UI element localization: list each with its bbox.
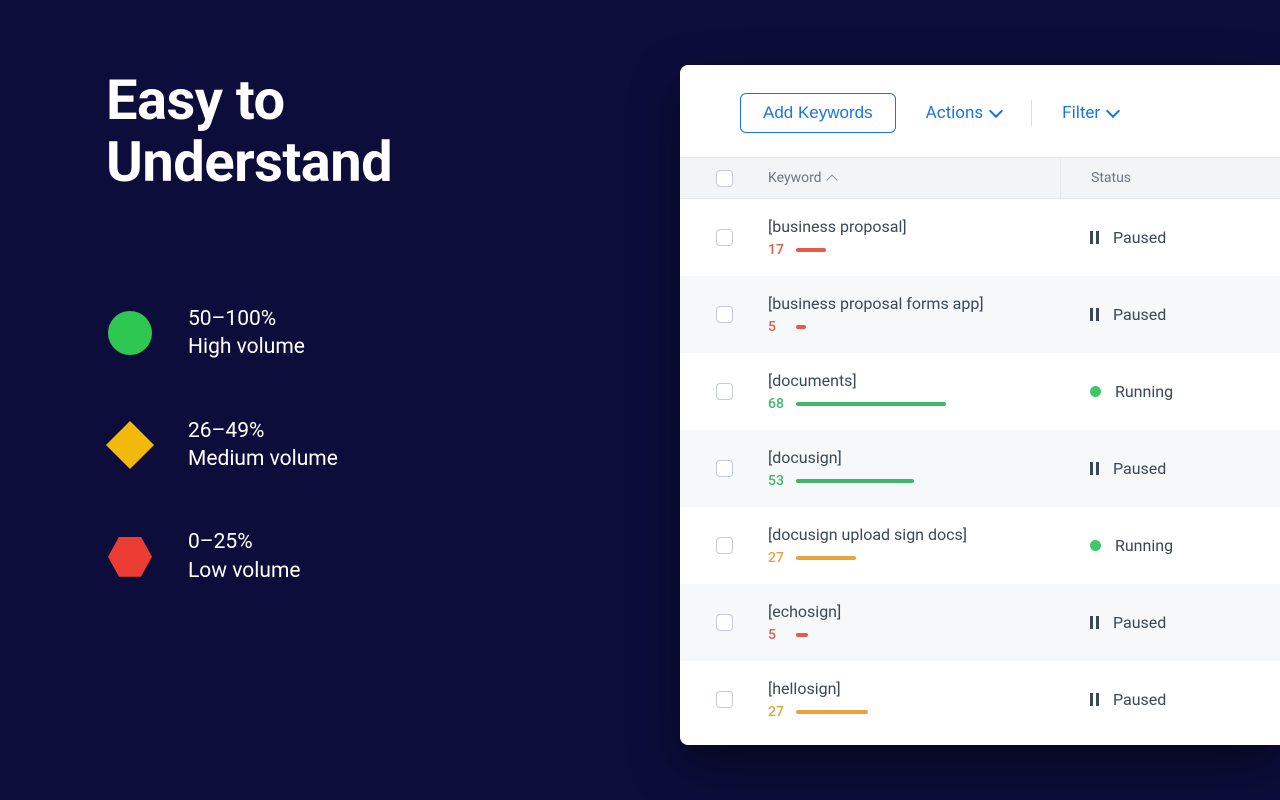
keyword-volume-bar — [796, 402, 946, 406]
keyword-cell[interactable]: [docusign] 53 — [768, 448, 1060, 489]
running-dot-icon — [1090, 386, 1101, 397]
status-cell: Running — [1060, 353, 1280, 430]
table-row: [business proposal forms app] 5 Paused — [680, 276, 1280, 353]
table-header: Keyword Status — [680, 157, 1280, 199]
row-checkbox[interactable] — [716, 691, 733, 708]
keyword-text: [docusign upload sign docs] — [768, 525, 967, 544]
keyword-score: 27 — [768, 550, 786, 566]
row-checkbox[interactable] — [716, 229, 733, 246]
hero-line-1: Easy to — [106, 67, 285, 133]
row-checkbox[interactable] — [716, 537, 733, 554]
keyword-volume-bar — [796, 710, 868, 714]
keyword-volume-bar — [796, 633, 808, 637]
pause-icon — [1090, 616, 1099, 629]
status-label: Paused — [1113, 305, 1166, 324]
keyword-text: [docusign] — [768, 448, 914, 467]
status-cell: Running — [1060, 507, 1280, 584]
table-row: [hellosign] 27 Paused — [680, 661, 1280, 738]
toolbar-divider — [1031, 100, 1032, 126]
status-label: Paused — [1113, 459, 1166, 478]
table-body: [business proposal]17Paused[business pro… — [680, 199, 1280, 738]
keyword-text: [business proposal] — [768, 217, 907, 236]
keyword-volume-bar — [796, 325, 806, 329]
legend-label: High volume — [188, 333, 305, 361]
status-cell: Paused — [1060, 199, 1280, 276]
diamond-icon — [106, 421, 154, 469]
keyword-volume-bar — [796, 248, 826, 252]
keyword-score: 5 — [768, 627, 786, 643]
table-row: [business proposal] 17 Paused — [680, 199, 1280, 276]
pause-icon — [1090, 308, 1099, 321]
hexagon-icon — [106, 533, 154, 581]
keyword-cell[interactable]: [docusign upload sign docs] 27 — [768, 525, 1060, 566]
keyword-cell[interactable]: [hellosign] 27 — [768, 679, 1060, 720]
keyword-text: [echosign] — [768, 602, 841, 621]
row-checkbox[interactable] — [716, 383, 733, 400]
table-row: [docusign] 53 Paused — [680, 430, 1280, 507]
column-header-status[interactable]: Status — [1060, 158, 1280, 198]
chevron-down-icon — [1106, 104, 1120, 118]
row-checkbox[interactable] — [716, 614, 733, 631]
pause-icon — [1090, 462, 1099, 475]
keyword-score: 17 — [768, 242, 786, 258]
hero-title: Easy to Understand — [106, 70, 392, 193]
circle-icon — [106, 309, 154, 357]
status-label: Running — [1115, 382, 1173, 401]
filter-dropdown[interactable]: Filter — [1062, 103, 1118, 123]
legend: 50–100% High volume 26–49% Medium volume… — [106, 305, 338, 585]
column-label: Keyword — [768, 170, 822, 186]
keyword-score: 53 — [768, 473, 786, 489]
actions-dropdown[interactable]: Actions — [926, 103, 1002, 123]
status-cell: Paused — [1060, 430, 1280, 507]
sort-ascending-icon — [826, 174, 837, 185]
keyword-volume-bar — [796, 556, 856, 560]
legend-item-low: 0–25% Low volume — [106, 528, 338, 585]
keyword-text: [business proposal forms app] — [768, 294, 984, 313]
hero-line-2: Understand — [106, 129, 392, 195]
column-header-keyword[interactable]: Keyword — [768, 170, 1060, 186]
legend-range: 26–49% — [188, 417, 338, 445]
legend-item-medium: 26–49% Medium volume — [106, 417, 338, 474]
keyword-text: [hellosign] — [768, 679, 868, 698]
table-row: [docusign upload sign docs] 27 Running — [680, 507, 1280, 584]
select-all-checkbox[interactable] — [716, 170, 733, 187]
keyword-volume-bar — [796, 479, 914, 483]
status-label: Paused — [1113, 613, 1166, 632]
table-row: [documents] 68 Running — [680, 353, 1280, 430]
row-checkbox[interactable] — [716, 306, 733, 323]
filter-label: Filter — [1062, 103, 1100, 123]
row-checkbox[interactable] — [716, 460, 733, 477]
keyword-cell[interactable]: [business proposal] 17 — [768, 217, 1060, 258]
status-label: Paused — [1113, 690, 1166, 709]
keyword-text: [documents] — [768, 371, 946, 390]
running-dot-icon — [1090, 540, 1101, 551]
legend-range: 0–25% — [188, 528, 301, 556]
column-label: Status — [1091, 170, 1131, 186]
keywords-panel: Add Keywords Actions Filter Keyword Stat… — [680, 65, 1280, 745]
status-cell: Paused — [1060, 661, 1280, 738]
status-cell: Paused — [1060, 584, 1280, 661]
legend-label: Low volume — [188, 557, 301, 585]
table-row: [echosign] 5 Paused — [680, 584, 1280, 661]
toolbar: Add Keywords Actions Filter — [680, 65, 1280, 157]
pause-icon — [1090, 693, 1099, 706]
keyword-cell[interactable]: [business proposal forms app] 5 — [768, 294, 1060, 335]
pause-icon — [1090, 231, 1099, 244]
keyword-cell[interactable]: [echosign] 5 — [768, 602, 1060, 643]
keyword-score: 68 — [768, 396, 786, 412]
legend-item-high: 50–100% High volume — [106, 305, 338, 362]
legend-range: 50–100% — [188, 305, 305, 333]
keyword-score: 5 — [768, 319, 786, 335]
actions-label: Actions — [926, 103, 984, 123]
status-label: Running — [1115, 536, 1173, 555]
legend-label: Medium volume — [188, 445, 338, 473]
keyword-score: 27 — [768, 704, 786, 720]
add-keywords-button[interactable]: Add Keywords — [740, 93, 896, 133]
status-cell: Paused — [1060, 276, 1280, 353]
chevron-down-icon — [989, 104, 1003, 118]
status-label: Paused — [1113, 228, 1166, 247]
keyword-cell[interactable]: [documents] 68 — [768, 371, 1060, 412]
